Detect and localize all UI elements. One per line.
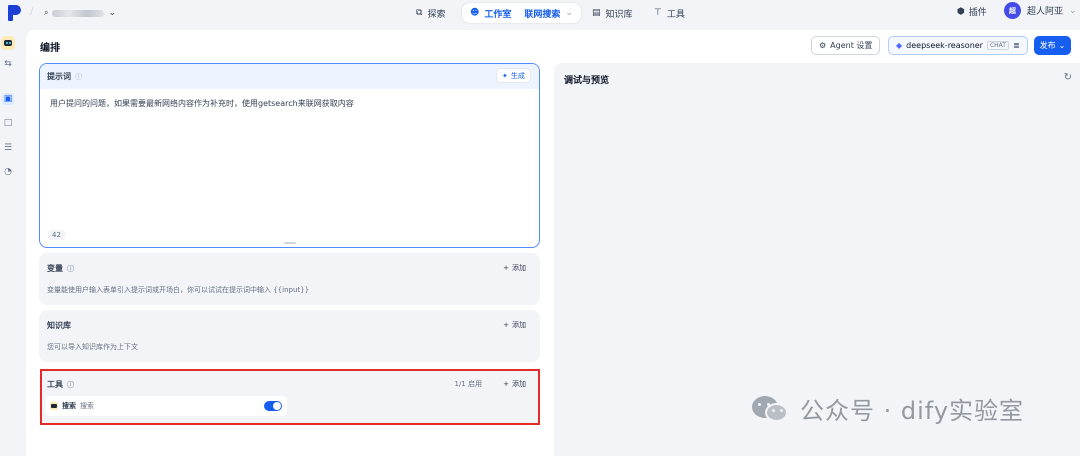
- prompt-editor[interactable]: 提示词 ⓘ ✦ 生成 用户提问的问题，如果需要最新网络内容作为补充时，使用get…: [39, 63, 540, 248]
- wechat-icon: [752, 393, 790, 425]
- avatar: 超: [1004, 2, 1021, 19]
- sidebar-toggle-icon[interactable]: ⇆: [2, 58, 14, 70]
- agent-settings-label: Agent 设置: [830, 41, 873, 50]
- agent-settings-button[interactable]: ⚙ Agent 设置: [811, 36, 881, 55]
- publish-label: 发布: [1039, 41, 1056, 50]
- user-name: 超人阿亚: [1027, 7, 1064, 17]
- user-menu[interactable]: 超 超人阿亚 ⌄: [1004, 2, 1077, 19]
- sidebar-item-orchestrate[interactable]: ▣: [2, 93, 14, 105]
- sidebar-item-logs[interactable]: ☰: [2, 142, 14, 154]
- prompt-textarea[interactable]: 用户提问的问题，如果需要最新网络内容作为补充时，使用getsearch来联网获取…: [40, 89, 539, 118]
- sparkle-icon: ✦: [502, 71, 508, 80]
- nav-tools[interactable]: ⊤ 工具: [646, 3, 693, 23]
- sliders-icon[interactable]: ≣: [1013, 41, 1020, 50]
- robot-icon: ☻: [470, 8, 480, 18]
- knowledge-title: 知识库: [47, 321, 71, 330]
- app-icon: [1, 36, 15, 50]
- prompt-header: 提示词 ⓘ ✦ 生成: [40, 64, 539, 89]
- nav-studio-label: 工作室: [484, 9, 512, 20]
- sidebar-item-monitor[interactable]: ◔: [2, 166, 14, 178]
- add-variable-button[interactable]: + 添加: [503, 263, 526, 273]
- nav-explore-label: 探索: [427, 9, 446, 20]
- gear-icon: ⚙: [819, 41, 827, 50]
- whale-icon: ◆: [896, 41, 903, 50]
- chevron-down-icon: ⌄: [1058, 41, 1066, 50]
- nav-explore[interactable]: ⧉ 探索: [408, 3, 453, 23]
- knowledge-title-wrap: 知识库: [47, 320, 71, 331]
- tool-icon: ⊤: [654, 8, 662, 18]
- search-icon: ⌕: [44, 8, 49, 17]
- debug-preview-pane: 调试与预览 ↻ 公众号 · dify实验室: [554, 63, 1080, 456]
- model-name: deepseek-reasoner: [906, 41, 983, 50]
- generate-button[interactable]: ✦ 生成: [496, 68, 531, 83]
- model-mode-badge: CHAT: [986, 41, 1009, 50]
- breadcrumb-separator: /: [30, 6, 34, 17]
- current-app-switcher[interactable]: 联网搜索: [524, 7, 560, 20]
- dify-logo[interactable]: [8, 5, 22, 21]
- variables-section: 变量 ⓘ + 添加 变量能使用户输入表单引入提示词或开场白，你可以试试在提示词中…: [39, 253, 540, 305]
- nav-tools-label: 工具: [666, 9, 685, 20]
- compass-icon: ⧉: [416, 8, 423, 18]
- plugins-button[interactable]: ⬢ 插件: [957, 5, 987, 19]
- book-icon: ▤: [592, 8, 601, 18]
- chevron-down-icon: ⌄: [565, 8, 573, 18]
- chevron-down-icon: ⌄: [1069, 5, 1077, 16]
- page-title: 编排: [40, 43, 60, 54]
- add-variable-label: 添加: [512, 264, 526, 272]
- knowledge-section: 知识库 + 添加 您可以导入知识库作为上下文: [39, 310, 540, 362]
- plugins-label: 插件: [968, 8, 987, 18]
- workspace-name-redacted: [52, 9, 105, 17]
- preview-title: 调试与预览: [564, 76, 610, 86]
- workspace-selector[interactable]: ⌕ ⌄: [44, 5, 116, 21]
- resize-handle[interactable]: [284, 242, 296, 244]
- main-panel: 编排 ⚙ Agent 设置 ◆ deepseek-reasoner CHAT ≣…: [26, 30, 1080, 456]
- chevron-down-icon: ⌄: [108, 8, 117, 18]
- tools-highlight-box: [40, 369, 540, 425]
- nav-studio[interactable]: ☻ 工作室 联网搜索 ⌄: [462, 3, 581, 23]
- variables-title-wrap: 变量 ⓘ: [47, 263, 74, 274]
- watermark: 公众号 · dify实验室: [752, 391, 1024, 426]
- nav-knowledge-label: 知识库: [605, 9, 633, 20]
- top-bar: / ⌕ ⌄ ⧉ 探索 ☻ 工作室 联网搜索 ⌄ ▤ 知识库 ⊤ 工具 ⬢ 插件 …: [0, 0, 1080, 26]
- info-icon[interactable]: ⓘ: [67, 264, 74, 274]
- add-knowledge-label: 添加: [512, 321, 526, 329]
- sidebar-item-api[interactable]: □: [2, 117, 14, 129]
- watermark-text: 公众号 · dify实验室: [800, 397, 1025, 425]
- model-selector[interactable]: ◆ deepseek-reasoner CHAT ≣: [888, 36, 1028, 55]
- publish-button[interactable]: 发布 ⌄: [1034, 36, 1071, 55]
- add-knowledge-button[interactable]: + 添加: [503, 320, 526, 330]
- info-icon[interactable]: ⓘ: [75, 72, 82, 82]
- char-count: 42: [48, 230, 65, 240]
- plus-icon: +: [503, 321, 509, 329]
- plus-icon: +: [503, 264, 509, 272]
- generate-label: 生成: [510, 71, 525, 80]
- variables-description: 变量能使用户输入表单引入提示词或开场白，你可以试试在提示词中输入 {{input…: [47, 286, 310, 294]
- refresh-icon[interactable]: ↻: [1064, 72, 1072, 83]
- prompt-title: 提示词: [47, 72, 71, 81]
- nav-knowledge[interactable]: ▤ 知识库: [584, 3, 641, 23]
- cube-icon: ⬢: [957, 6, 965, 17]
- knowledge-description: 您可以导入知识库作为上下文: [47, 343, 138, 351]
- app-sidebar: ⇆ ▣ □ ☰ ◔: [0, 26, 16, 456]
- variables-title: 变量: [47, 264, 63, 273]
